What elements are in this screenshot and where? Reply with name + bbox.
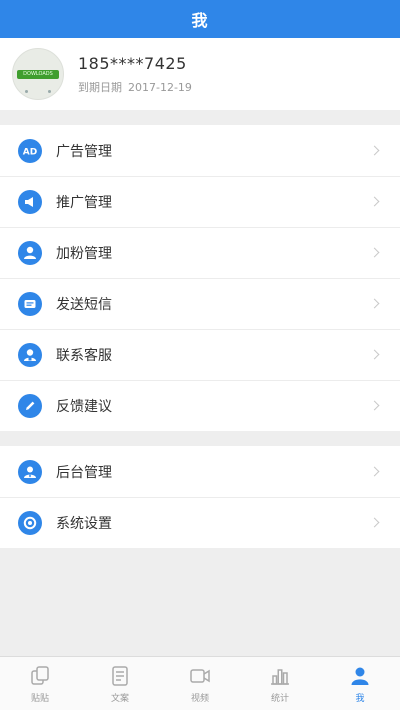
bottom-tab-bar: 贴贴 文案 视频 统计 我	[0, 656, 400, 710]
menu-item-label: 发送短信	[56, 296, 112, 313]
top-bar: 我	[0, 0, 400, 38]
menu-item-promotion-management[interactable]: 推广管理	[0, 176, 400, 227]
ad-icon: AD	[18, 138, 42, 163]
customer-service-icon	[18, 342, 42, 367]
chevron-right-icon	[369, 196, 380, 207]
menu-item-label: 推广管理	[56, 194, 112, 211]
menu-item-label: 联系客服	[56, 347, 112, 364]
chevron-right-icon	[369, 349, 380, 360]
tab-label: 视频	[190, 693, 209, 704]
tab-label: 统计	[270, 693, 289, 704]
copy-icon	[31, 665, 49, 685]
tab-label: 贴贴	[30, 693, 49, 704]
menu-item-ad-management[interactable]: AD 广告管理	[0, 125, 400, 176]
chevron-right-icon	[369, 298, 380, 309]
page-title: 我	[191, 11, 209, 30]
menu-item-label: 加粉管理	[56, 245, 112, 262]
user-icon	[351, 667, 369, 685]
tab-label: 文案	[110, 693, 129, 704]
user-add-icon	[18, 240, 42, 265]
tab-label: 我	[355, 693, 365, 704]
expire-info: 到期日期 2017-12-19	[78, 79, 192, 95]
menu-item-system-settings[interactable]: 系统设置	[0, 497, 400, 548]
edit-icon	[18, 393, 42, 418]
menu-item-label: 反馈建议	[56, 398, 112, 415]
tab-me[interactable]: 我	[320, 657, 400, 710]
menu-group-secondary: 后台管理 系统设置	[0, 446, 400, 548]
menu-item-admin-management[interactable]: 后台管理	[0, 446, 400, 497]
promote-icon	[18, 189, 42, 214]
menu-item-feedback[interactable]: 反馈建议	[0, 380, 400, 431]
avatar-logo: DOWLOADS	[17, 69, 59, 79]
chevron-right-icon	[369, 466, 380, 477]
tab-statistics[interactable]: 统计	[240, 657, 320, 710]
video-icon	[190, 668, 210, 683]
phone-number: 185****7425	[78, 53, 187, 73]
menu-group-primary: AD 广告管理 推广管理 加粉管理 发送短信 联系客服 反馈建议	[0, 125, 400, 431]
stats-icon	[271, 668, 289, 685]
chevron-right-icon	[369, 517, 380, 528]
menu-item-label: 系统设置	[56, 515, 112, 532]
profile-card[interactable]: DOWLOADS 185****7425 到期日期 2017-12-19	[0, 38, 400, 110]
settings-icon	[18, 510, 42, 535]
menu-item-follower-management[interactable]: 加粉管理	[0, 227, 400, 278]
expire-label: 到期日期	[78, 80, 122, 94]
chevron-right-icon	[369, 145, 380, 156]
admin-icon	[18, 459, 42, 484]
expire-date: 2017-12-19	[128, 80, 192, 94]
tab-video[interactable]: 视频	[160, 657, 240, 710]
avatar[interactable]: DOWLOADS	[12, 48, 64, 100]
avatar-dots	[25, 90, 51, 93]
chevron-right-icon	[369, 400, 380, 411]
chevron-right-icon	[369, 247, 380, 258]
tab-paste[interactable]: 贴贴	[0, 657, 80, 710]
sms-icon	[18, 291, 42, 316]
menu-item-label: 广告管理	[56, 143, 112, 160]
app-root: 我 DOWLOADS 185****7425 到期日期 2017-12-19 AD…	[0, 0, 400, 710]
menu-item-label: 后台管理	[56, 464, 112, 481]
svg-text:AD: AD	[23, 147, 37, 157]
menu-item-contact-support[interactable]: 联系客服	[0, 329, 400, 380]
tab-copywriting[interactable]: 文案	[80, 657, 160, 710]
menu-item-send-sms[interactable]: 发送短信	[0, 278, 400, 329]
document-icon	[112, 665, 128, 686]
